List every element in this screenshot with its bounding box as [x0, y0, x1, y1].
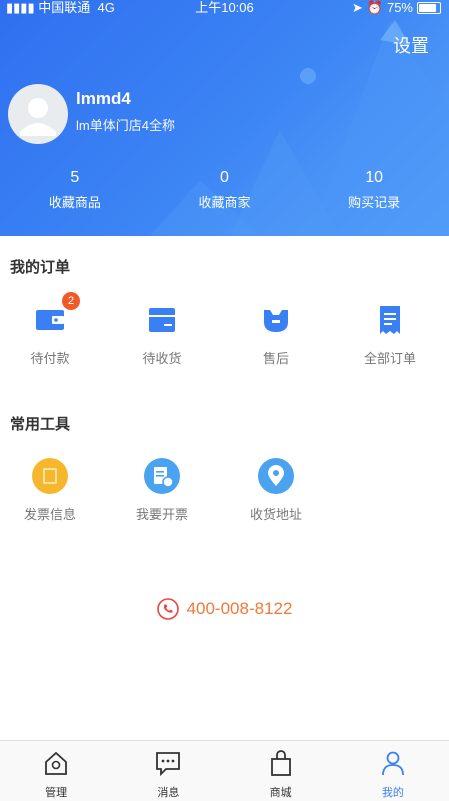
package-icon: [142, 300, 182, 340]
home-icon: [45, 751, 68, 775]
tool-invoice-info[interactable]: 发票信息: [0, 456, 100, 523]
issue-invoice-icon: [142, 456, 182, 496]
pending-payment-badge: 2: [62, 292, 80, 310]
location-arrow-icon: ➤: [351, 0, 363, 15]
battery-icon: [417, 2, 441, 14]
tab-messages[interactable]: 消息: [112, 741, 224, 801]
location-icon: [256, 456, 296, 496]
tool-shipping-address[interactable]: 收货地址: [226, 456, 326, 523]
invoice-icon: [30, 456, 70, 496]
receipt-icon: [370, 300, 410, 340]
hotline-number: 400-008-8122: [186, 599, 293, 618]
bottom-tab-bar: 管理 消息 商城 我的: [0, 740, 449, 801]
message-icon: [156, 752, 181, 777]
alarm-icon: ⏰: [366, 0, 383, 15]
phone-icon: [156, 598, 179, 620]
order-after-sales[interactable]: 售后: [226, 300, 326, 367]
user-placeholder-icon: [20, 98, 56, 136]
tab-mine[interactable]: 我的: [337, 741, 449, 801]
tool-issue-invoice[interactable]: 我要开票: [112, 456, 212, 523]
order-all[interactable]: 全部订单: [340, 300, 440, 367]
stat-favorite-products[interactable]: 5 收藏商品: [0, 168, 150, 212]
orders-section-title: 我的订单: [10, 259, 71, 276]
tab-mall[interactable]: 商城: [225, 741, 337, 801]
tab-manage[interactable]: 管理: [0, 741, 112, 801]
bag-icon: [270, 750, 291, 776]
username: lmmd4: [76, 89, 131, 108]
status-bar: ▮▮▮▮ 中国联通 4G 上午10:06 ➤ ⏰ 75%: [0, 0, 449, 18]
settings-button[interactable]: 设置: [393, 32, 429, 58]
stats-row: 5 收藏商品 0 收藏商家 10 购买记录: [0, 168, 449, 212]
battery-percent: 75%: [386, 0, 413, 15]
tools-section-title: 常用工具: [10, 416, 71, 433]
wallet-icon: 2: [30, 292, 80, 340]
stat-purchase-records[interactable]: 10 购买记录: [299, 168, 449, 212]
hotline-link[interactable]: 400-008-8122: [0, 598, 449, 620]
shop-name: lm单体门店4全称: [76, 118, 175, 133]
profile-header: ▮▮▮▮ 中国联通 4G 上午10:06 ➤ ⏰ 75% 设置 lmmd4 lm…: [0, 0, 449, 236]
stat-favorite-merchants[interactable]: 0 收藏商家: [150, 168, 300, 212]
order-pending-receipt[interactable]: 待收货: [112, 300, 212, 367]
person-icon: [381, 751, 404, 776]
wrench-icon: [256, 300, 296, 340]
avatar[interactable]: [8, 84, 68, 144]
order-pending-payment[interactable]: 2 待付款: [0, 292, 100, 367]
